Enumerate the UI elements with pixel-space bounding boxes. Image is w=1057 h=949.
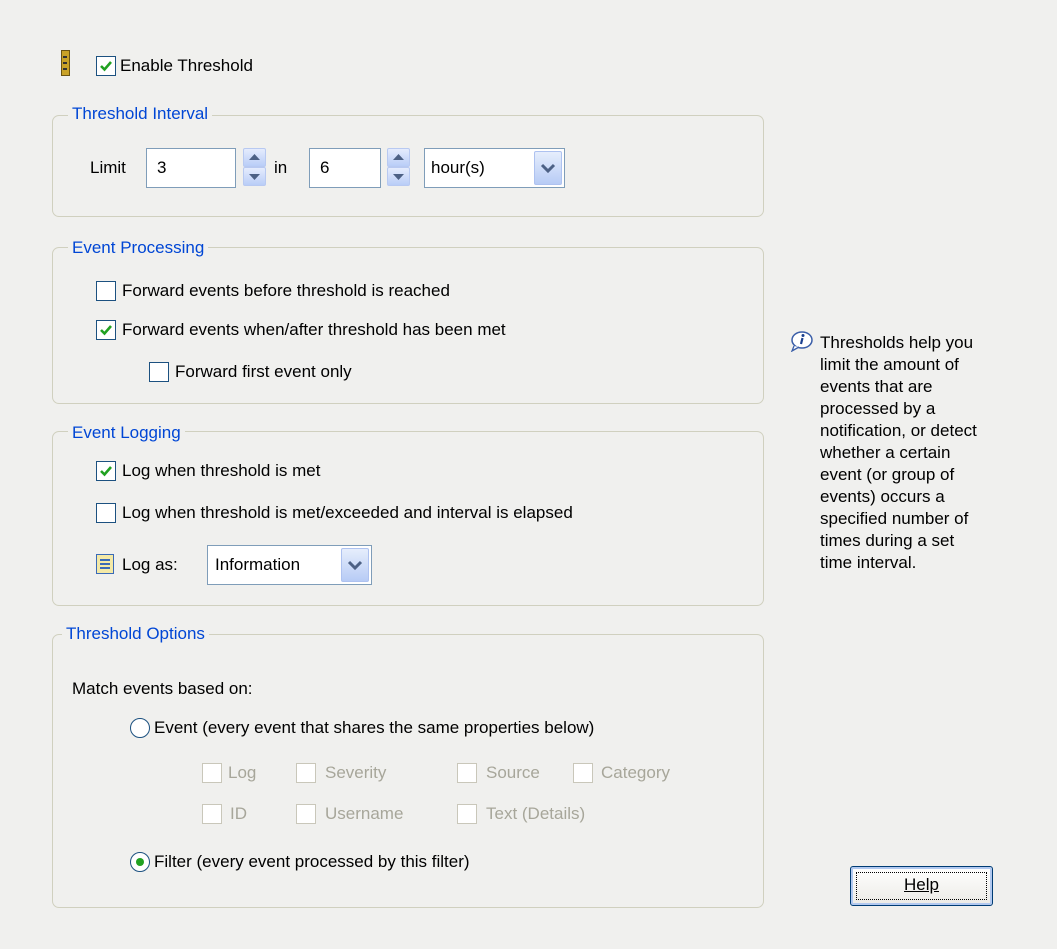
limit-input[interactable]: 3	[146, 148, 236, 188]
property-source-checkbox[interactable]	[457, 763, 477, 783]
property-log-label: Log	[228, 763, 257, 782]
info-line: limit the amount of	[820, 355, 959, 374]
info-icon	[790, 330, 814, 353]
log-when-met-checkbox[interactable]	[96, 461, 116, 481]
property-text-details-checkbox[interactable]	[457, 804, 477, 824]
filter-radio-label: Filter (every event processed by this fi…	[154, 852, 470, 871]
threshold-interval-legend: Threshold Interval	[68, 104, 213, 124]
log-when-exceeded-label: Log when threshold is met/exceeded and i…	[122, 503, 573, 522]
property-id-label: ID	[230, 804, 247, 823]
property-source-label: Source	[486, 763, 540, 782]
info-line: whether a certain	[820, 443, 951, 462]
property-username-label: Username	[325, 804, 404, 823]
log-as-label: Log as:	[122, 555, 178, 574]
info-line: time interval.	[820, 553, 917, 572]
property-category-label: Category	[601, 763, 670, 782]
log-book-icon	[96, 554, 114, 574]
forward-after-label: Forward events when/after threshold has …	[122, 320, 506, 339]
forward-after-checkbox[interactable]	[96, 320, 116, 340]
chevron-down-icon[interactable]	[534, 151, 562, 185]
info-line: events that are	[820, 377, 933, 396]
property-severity-checkbox[interactable]	[296, 763, 316, 783]
property-severity-label: Severity	[325, 763, 387, 782]
info-line: specified number of	[820, 509, 969, 528]
log-as-select[interactable]: Information	[207, 545, 372, 585]
forward-before-checkbox[interactable]	[96, 281, 116, 301]
enable-threshold-label: Enable Threshold	[120, 56, 253, 75]
in-label: in	[274, 158, 288, 177]
forward-before-label: Forward events before threshold is reach…	[122, 281, 450, 300]
info-line: Thresholds help you	[820, 333, 974, 352]
forward-first-checkbox[interactable]	[149, 362, 169, 382]
help-button[interactable]: Help	[850, 866, 993, 906]
event-logging-legend: Event Logging	[68, 423, 185, 443]
spin-down-icon[interactable]	[243, 167, 266, 186]
event-processing-legend: Event Processing	[68, 238, 209, 258]
spin-down-icon[interactable]	[387, 167, 410, 186]
threshold-options-legend: Threshold Options	[62, 624, 209, 644]
spin-up-icon[interactable]	[387, 148, 410, 167]
log-when-met-label: Log when threshold is met	[122, 461, 321, 480]
property-username-checkbox[interactable]	[296, 804, 316, 824]
unit-select[interactable]: hour(s)	[424, 148, 565, 188]
chevron-down-icon[interactable]	[341, 548, 369, 582]
limit-spinner[interactable]	[243, 148, 266, 186]
event-radio-label: Event (every event that shares the same …	[154, 718, 595, 737]
info-line: notification, or detect	[820, 421, 977, 440]
filter-radio[interactable]	[130, 852, 150, 872]
property-category-checkbox[interactable]	[573, 763, 593, 783]
event-radio[interactable]	[130, 718, 150, 738]
limit-label: Limit	[90, 158, 126, 177]
interval-input[interactable]: 6	[309, 148, 381, 188]
property-text-details-label: Text (Details)	[486, 804, 586, 823]
interval-spinner[interactable]	[387, 148, 410, 186]
info-line: times during a set	[820, 531, 955, 550]
forward-first-label: Forward first event only	[175, 362, 352, 381]
log-as-select-value: Information	[215, 555, 301, 574]
info-line: processed by a	[820, 399, 936, 418]
enable-threshold-checkbox[interactable]	[96, 56, 116, 76]
log-when-exceeded-checkbox[interactable]	[96, 503, 116, 523]
match-events-label: Match events based on:	[72, 679, 253, 698]
info-line: event (or group of	[820, 465, 955, 484]
unit-select-value: hour(s)	[431, 158, 485, 177]
property-id-checkbox[interactable]	[202, 804, 222, 824]
info-line: events) occurs a	[820, 487, 945, 506]
ruler-icon	[61, 50, 70, 76]
property-log-checkbox[interactable]	[202, 763, 222, 783]
info-description: Thresholds help you limit the amount of …	[820, 332, 1050, 574]
spin-up-icon[interactable]	[243, 148, 266, 167]
